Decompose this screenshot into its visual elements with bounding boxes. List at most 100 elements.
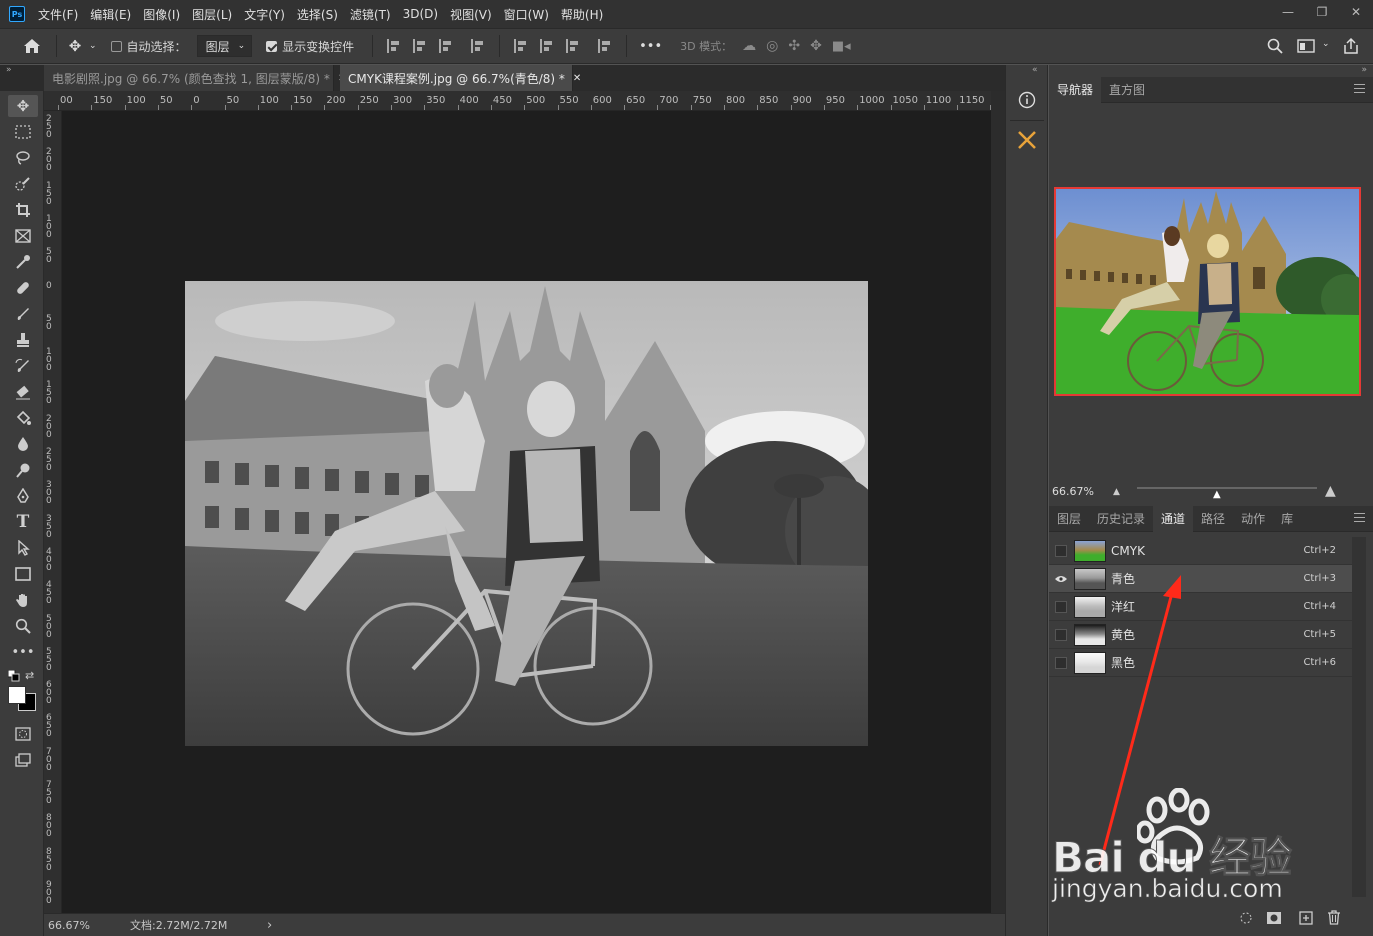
blur-tool-icon[interactable] bbox=[8, 433, 38, 455]
3d-scale-icon[interactable]: ■◂ bbox=[832, 39, 851, 54]
navigator-zoom-value[interactable]: 66.67% bbox=[1052, 485, 1094, 498]
collapse-icon[interactable]: « bbox=[1032, 65, 1038, 75]
align-right-icon[interactable] bbox=[439, 39, 453, 53]
align-left-icon[interactable] bbox=[387, 39, 401, 53]
show-transform-checkbox[interactable]: 显示变换控件 bbox=[266, 38, 354, 55]
lasso-tool-icon[interactable] bbox=[8, 147, 38, 169]
menu-window[interactable]: 窗口(W) bbox=[504, 6, 549, 23]
eyedropper-tool-icon[interactable] bbox=[8, 251, 38, 273]
history-brush-tool-icon[interactable] bbox=[8, 355, 38, 377]
menu-view[interactable]: 视图(V) bbox=[450, 6, 492, 23]
zoom-in-icon[interactable]: ▲ bbox=[1325, 483, 1336, 499]
document-image-cyan-channel[interactable] bbox=[185, 281, 868, 746]
distribute-icon[interactable] bbox=[471, 39, 485, 53]
chevron-down-icon[interactable]: ⌄ bbox=[89, 41, 97, 51]
brush-tool-icon[interactable] bbox=[8, 303, 38, 325]
panel-menu-icon[interactable] bbox=[1354, 513, 1365, 522]
marquee-tool-icon[interactable] bbox=[8, 121, 38, 143]
menu-type[interactable]: 文字(Y) bbox=[244, 6, 285, 23]
move-tool-icon[interactable]: ✥ bbox=[65, 37, 85, 55]
menu-edit[interactable]: 编辑(E) bbox=[90, 6, 131, 23]
pen-tool-icon[interactable] bbox=[8, 485, 38, 507]
visibility-toggle[interactable] bbox=[1055, 600, 1067, 613]
load-selection-icon[interactable] bbox=[1239, 911, 1253, 928]
menu-select[interactable]: 选择(S) bbox=[297, 6, 338, 23]
navigator-preview[interactable] bbox=[1054, 187, 1361, 396]
screen-mode-icon[interactable] bbox=[8, 749, 38, 771]
edit-toolbar-icon[interactable]: ••• bbox=[8, 641, 38, 663]
visibility-toggle[interactable] bbox=[1055, 656, 1067, 669]
menu-image[interactable]: 图像(I) bbox=[143, 6, 180, 23]
channel-row-cyan[interactable]: 青色 Ctrl+3 bbox=[1049, 565, 1352, 593]
channel-row-cmyk[interactable]: CMYK Ctrl+2 bbox=[1049, 537, 1352, 565]
more-options-button[interactable]: ••• bbox=[639, 39, 662, 54]
dodge-tool-icon[interactable] bbox=[8, 459, 38, 481]
channels-scrollbar[interactable] bbox=[1352, 537, 1366, 897]
align-top-icon[interactable] bbox=[514, 39, 528, 53]
workspace-icon[interactable] bbox=[1297, 39, 1315, 53]
zoom-slider[interactable] bbox=[1137, 487, 1317, 489]
default-colors-icon[interactable] bbox=[7, 669, 20, 685]
tab-cmyk-case[interactable]: CMYK课程案例.jpg @ 66.7%(青色/8) * ✕ bbox=[340, 65, 581, 91]
zoom-slider-thumb[interactable]: ▲ bbox=[1213, 489, 1221, 500]
info-panel-icon[interactable] bbox=[1012, 85, 1042, 115]
tab-actions[interactable]: 动作 bbox=[1233, 506, 1273, 532]
channel-row-magenta[interactable]: 洋红 Ctrl+4 bbox=[1049, 593, 1352, 621]
menu-file[interactable]: 文件(F) bbox=[38, 6, 78, 23]
3d-slide-icon[interactable]: ✥ bbox=[810, 38, 822, 54]
align-center-h-icon[interactable] bbox=[413, 39, 427, 53]
new-channel-icon[interactable] bbox=[1299, 911, 1313, 928]
tab-paths[interactable]: 路径 bbox=[1193, 506, 1233, 532]
rectangle-tool-icon[interactable] bbox=[8, 563, 38, 585]
distribute-v-icon[interactable] bbox=[598, 39, 612, 53]
panel-menu-icon[interactable] bbox=[1354, 84, 1365, 93]
tab-histogram[interactable]: 直方图 bbox=[1101, 77, 1153, 103]
eraser-tool-icon[interactable] bbox=[8, 381, 38, 403]
channel-row-yellow[interactable]: 黄色 Ctrl+5 bbox=[1049, 621, 1352, 649]
minimize-icon[interactable]: — bbox=[1271, 0, 1305, 24]
close-icon[interactable]: ✕ bbox=[573, 73, 581, 84]
zoom-tool-icon[interactable] bbox=[8, 615, 38, 637]
collapse-left-icon[interactable]: » bbox=[6, 65, 12, 75]
type-tool-icon[interactable]: T bbox=[8, 511, 38, 533]
tab-navigator[interactable]: 导航器 bbox=[1049, 76, 1102, 103]
restore-icon[interactable]: ❐ bbox=[1305, 0, 1339, 24]
align-middle-v-icon[interactable] bbox=[540, 39, 554, 53]
delete-channel-icon[interactable] bbox=[1327, 910, 1341, 928]
channel-row-black[interactable]: 黑色 Ctrl+6 bbox=[1049, 649, 1352, 677]
align-bottom-icon[interactable] bbox=[566, 39, 580, 53]
close-icon[interactable]: ✕ bbox=[1339, 0, 1373, 24]
3d-pan-icon[interactable]: ✣ bbox=[788, 38, 800, 54]
quick-select-tool-icon[interactable] bbox=[8, 173, 38, 195]
menu-3d[interactable]: 3D(D) bbox=[403, 7, 438, 21]
zoom-out-icon[interactable]: ▲ bbox=[1113, 487, 1120, 497]
swap-colors-icon[interactable]: ⇄ bbox=[25, 669, 34, 682]
zoom-level[interactable]: 66.67% bbox=[48, 919, 130, 932]
tab-libraries[interactable]: 库 bbox=[1273, 506, 1301, 532]
hand-tool-icon[interactable] bbox=[8, 589, 38, 611]
home-icon[interactable] bbox=[22, 38, 42, 54]
frame-tool-icon[interactable] bbox=[8, 225, 38, 247]
3d-roll-icon[interactable]: ◎ bbox=[766, 38, 778, 54]
tab-movie-still[interactable]: 电影剧照.jpg @ 66.7% (颜色查找 1, 图层蒙版/8) * ✕ bbox=[44, 65, 346, 91]
path-selection-tool-icon[interactable] bbox=[8, 537, 38, 559]
quick-mask-icon[interactable] bbox=[8, 723, 38, 745]
visibility-toggle[interactable] bbox=[1055, 628, 1067, 641]
3d-orbit-icon[interactable]: ☁ bbox=[742, 38, 756, 54]
healing-brush-tool-icon[interactable] bbox=[8, 277, 38, 299]
paint-bucket-tool-icon[interactable] bbox=[8, 407, 38, 429]
menu-layer[interactable]: 图层(L) bbox=[192, 6, 232, 23]
chevron-down-icon[interactable]: ⌄ bbox=[1322, 39, 1330, 49]
save-selection-icon[interactable] bbox=[1266, 911, 1282, 928]
visibility-toggle[interactable] bbox=[1055, 544, 1067, 557]
collapse-right-icon[interactable]: » bbox=[1361, 65, 1367, 75]
eye-icon[interactable] bbox=[1055, 573, 1067, 585]
tab-layers[interactable]: 图层 bbox=[1049, 506, 1089, 532]
tab-history[interactable]: 历史记录 bbox=[1089, 506, 1153, 532]
search-icon[interactable] bbox=[1267, 38, 1283, 54]
auto-select-checkbox[interactable]: 自动选择： bbox=[110, 38, 187, 55]
vertical-scrollbar[interactable] bbox=[991, 91, 1005, 913]
crop-tool-icon[interactable] bbox=[8, 199, 38, 221]
tab-channels[interactable]: 通道 bbox=[1153, 505, 1194, 532]
auto-select-target-dropdown[interactable]: 图层 ⌄ bbox=[196, 35, 253, 57]
